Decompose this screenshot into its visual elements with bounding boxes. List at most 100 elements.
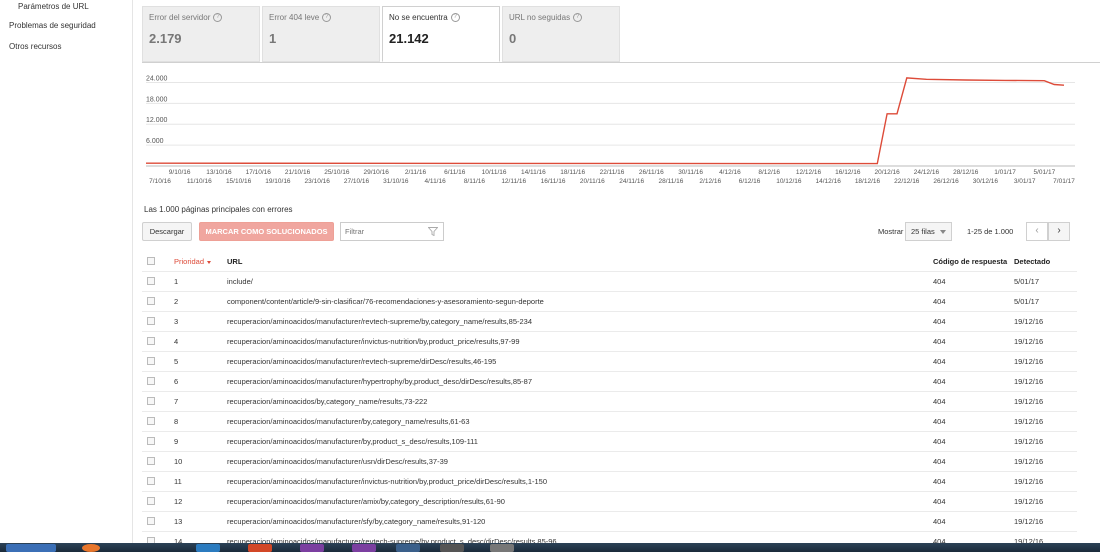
row-checkbox[interactable]	[147, 337, 155, 346]
table-row[interactable]: 1 include/404 5/01/17	[142, 272, 1077, 292]
header-response-code[interactable]: Código de respuesta	[933, 252, 1007, 272]
table-row[interactable]: 4 recuperacion/aminoacidos/manufacturer/i…	[142, 332, 1077, 352]
taskbar-app-icon[interactable]	[248, 544, 272, 552]
row-checkbox[interactable]	[147, 477, 155, 486]
row-priority: 4	[174, 337, 179, 346]
header-priority[interactable]: Prioridad	[174, 252, 212, 272]
x-tick-label: 12/11/16	[501, 178, 526, 185]
header-detected[interactable]: Detectado	[1014, 252, 1050, 272]
x-tick-label: 9/10/16	[169, 169, 191, 176]
table-row[interactable]: 2 component/content/article/9-sin-clasifi…	[142, 292, 1077, 312]
mark-fixed-button[interactable]: MARCAR COMO SOLUCIONADOS (0)	[199, 222, 334, 253]
filter-field[interactable]	[340, 222, 444, 241]
taskbar-app-icon[interactable]	[396, 544, 420, 552]
x-tick-label: 18/11/16	[560, 169, 585, 176]
row-checkbox[interactable]	[147, 297, 155, 306]
row-url[interactable]: recuperacion/aminoacidos/manufacturer/us…	[227, 452, 448, 472]
row-checkbox[interactable]	[147, 317, 155, 326]
select-all-checkbox[interactable]	[147, 257, 155, 266]
firefox-icon[interactable]	[82, 544, 100, 552]
x-tick-label: 26/11/16	[639, 169, 664, 176]
row-url[interactable]: recuperacion/aminoacidos/manufacturer/re…	[227, 312, 532, 332]
row-priority: 13	[174, 517, 183, 526]
filter-icon[interactable]	[428, 227, 438, 236]
x-tick-label: 26/12/16	[933, 178, 959, 185]
table-row[interactable]: 3 recuperacion/aminoacidos/manufacturer/r…	[142, 312, 1077, 332]
start-button[interactable]	[6, 544, 56, 552]
table-row[interactable]: 9 recuperacion/aminoacidos/manufacturer/b…	[142, 432, 1077, 452]
row-url[interactable]: recuperacion/aminoacidos/manufacturer/am…	[227, 492, 505, 512]
row-checkbox[interactable]	[147, 397, 155, 406]
header-url[interactable]: URL	[227, 252, 242, 272]
row-response-code: 404	[933, 357, 946, 366]
help-icon[interactable]: ?	[213, 13, 223, 22]
sort-desc-icon	[207, 260, 212, 264]
table-row[interactable]: 12 recuperacion/aminoacidos/manufacturer/…	[142, 492, 1077, 512]
row-checkbox[interactable]	[147, 357, 155, 366]
x-tick-label: 17/10/16	[246, 169, 272, 176]
row-checkbox[interactable]	[147, 517, 155, 526]
row-url[interactable]: recuperacion/aminoacidos/manufacturer/by…	[227, 432, 478, 452]
taskbar-app-icon[interactable]	[440, 544, 464, 552]
y-tick-label: 6.000	[146, 138, 164, 145]
row-response-code: 404	[933, 297, 946, 306]
taskbar-app-icon[interactable]	[352, 544, 376, 552]
taskbar-app-icon[interactable]	[300, 544, 324, 552]
row-url[interactable]: recuperacion/aminoacidos/manufacturer/by…	[227, 412, 470, 432]
tile-soft-404[interactable]: Error 404 leve? 1	[262, 6, 380, 62]
row-url[interactable]: recuperacion/aminoacidos/manufacturer/in…	[227, 472, 547, 492]
rows-per-page-select[interactable]: 25 filas	[905, 222, 952, 241]
row-url[interactable]: recuperacion/aminoacidos/manufacturer/re…	[227, 352, 496, 372]
table-row[interactable]: 10 recuperacion/aminoacidos/manufacturer/…	[142, 452, 1077, 472]
table-toolbar: Descargar MARCAR COMO SOLUCIONADOS (0) M…	[142, 222, 1077, 253]
row-url[interactable]: recuperacion/aminoacidos/manufacturer/in…	[227, 332, 520, 352]
row-detected-date: 19/12/16	[1014, 417, 1044, 426]
row-checkbox[interactable]	[147, 377, 155, 386]
table-row[interactable]: 13 recuperacion/aminoacidos/manufacturer/…	[142, 512, 1077, 532]
sidebar-item-url-parameters[interactable]: Parámetros de URL	[18, 2, 89, 11]
sidebar: Parámetros de URL Problemas de seguridad…	[0, 0, 133, 552]
x-tick-label: 8/12/16	[758, 169, 780, 176]
row-url[interactable]: recuperacion/aminoacidos/manufacturer/sf…	[227, 512, 485, 532]
table-row[interactable]: 5 recuperacion/aminoacidos/manufacturer/r…	[142, 352, 1077, 372]
filter-input[interactable]	[341, 223, 421, 240]
help-icon[interactable]: ?	[573, 13, 583, 22]
tile-url-not-followed[interactable]: URL no seguidas? 0	[502, 6, 620, 62]
x-tick-label: 4/12/16	[719, 169, 741, 176]
next-page-button[interactable]: ›	[1048, 222, 1070, 241]
row-response-code: 404	[933, 477, 946, 486]
row-checkbox[interactable]	[147, 457, 155, 466]
tile-label: Error 404 leve	[269, 13, 320, 22]
taskbar-app-icon[interactable]	[490, 544, 514, 552]
x-tick-label: 28/12/16	[953, 169, 979, 176]
row-url[interactable]: component/content/article/9-sin-clasific…	[227, 292, 544, 312]
sidebar-item-security-issues[interactable]: Problemas de seguridad	[9, 21, 96, 30]
table-row[interactable]: 7 recuperacion/aminoacidos/by,category_na…	[142, 392, 1077, 412]
taskbar-app-icon[interactable]	[196, 544, 220, 552]
row-checkbox[interactable]	[147, 277, 155, 286]
tile-not-found[interactable]: No se encuentra? 21.142	[382, 6, 500, 62]
help-icon[interactable]: ?	[322, 13, 332, 22]
row-priority: 5	[174, 357, 179, 366]
help-icon[interactable]: ?	[450, 13, 460, 22]
row-detected-date: 19/12/16	[1014, 517, 1044, 526]
row-checkbox[interactable]	[147, 417, 155, 426]
download-button[interactable]: Descargar	[142, 222, 192, 241]
row-url[interactable]: include/	[227, 272, 253, 292]
tile-server-error[interactable]: Error del servidor? 2.179	[142, 6, 260, 62]
row-detected-date: 19/12/16	[1014, 437, 1044, 446]
row-url[interactable]: recuperacion/aminoacidos/manufacturer/hy…	[227, 372, 532, 392]
row-url[interactable]: recuperacion/aminoacidos/by,category_nam…	[227, 392, 427, 412]
row-checkbox[interactable]	[147, 437, 155, 446]
row-detected-date: 19/12/16	[1014, 397, 1044, 406]
table-row[interactable]: 8 recuperacion/aminoacidos/manufacturer/b…	[142, 412, 1077, 432]
tiles-divider	[142, 62, 1100, 63]
table-row[interactable]: 6 recuperacion/aminoacidos/manufacturer/h…	[142, 372, 1077, 392]
sidebar-item-other-resources[interactable]: Otros recursos	[9, 42, 61, 51]
row-checkbox[interactable]	[147, 497, 155, 506]
errors-table: Prioridad URL Código de respuesta Detect…	[142, 252, 1077, 552]
table-row[interactable]: 11 recuperacion/aminoacidos/manufacturer/…	[142, 472, 1077, 492]
previous-page-button[interactable]: ‹	[1026, 222, 1048, 241]
x-tick-label: 29/10/16	[364, 169, 390, 176]
row-response-code: 404	[933, 397, 946, 406]
